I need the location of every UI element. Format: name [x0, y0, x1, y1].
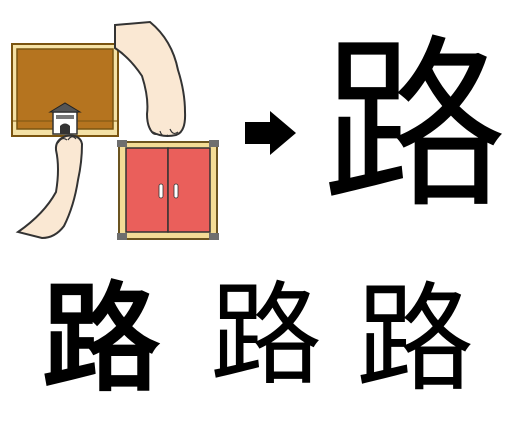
character-variant-standard-script: 路	[356, 270, 475, 408]
character-variant-seal-script: 路	[210, 271, 322, 401]
character-modern-regular: 路	[322, 18, 507, 234]
red-double-door-icon	[117, 140, 219, 240]
bare-foot-icon	[15, 134, 84, 240]
city-wall-with-gate-icon	[11, 43, 119, 137]
right-arrow-icon	[245, 111, 296, 155]
character-variant-bold-script: 路	[42, 270, 161, 408]
bare-foot-icon	[114, 20, 187, 137]
